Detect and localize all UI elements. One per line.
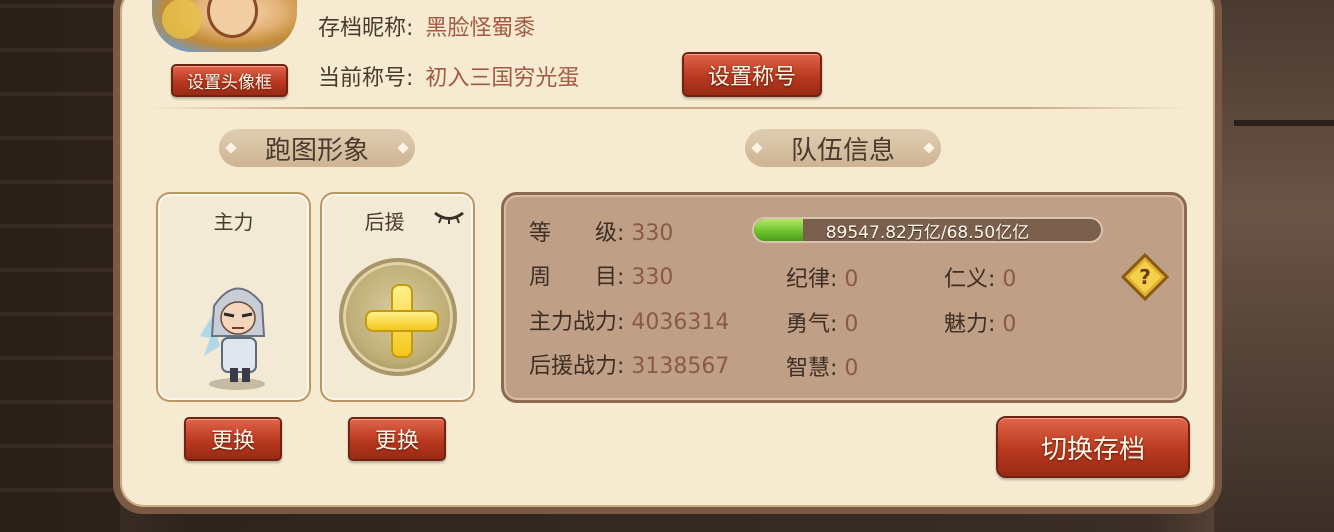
change-main-button[interactable]: 更换 — [184, 417, 282, 461]
support-character-card[interactable]: 后援 — [320, 192, 475, 402]
appearance-section-title: 跑图形象 — [219, 129, 415, 167]
svg-text:?: ? — [1139, 265, 1151, 289]
question-mark-diamond-icon[interactable]: ? — [1121, 253, 1169, 301]
level-stat: 等 级: 330 — [529, 215, 673, 247]
support-power-label: 后援战力: — [529, 354, 625, 379]
main-character-card[interactable]: 主力 — [156, 192, 311, 402]
plus-icon-bar — [365, 310, 439, 332]
main-power-stat: 主力战力: 4036314 — [529, 304, 729, 336]
support-power-stat: 后援战力: 3138567 — [529, 348, 729, 380]
team-info-box: 等 级: 330 89547.82万亿/68.50亿亿 周 目: 330 纪律:… — [501, 192, 1187, 403]
charm-stat: 魅力: 0 — [944, 306, 1016, 338]
wisdom-stat: 智慧: 0 — [786, 350, 858, 382]
closed-eye-icon[interactable] — [433, 210, 465, 224]
courage-stat: 勇气: 0 — [786, 306, 858, 338]
section-divider — [148, 107, 1188, 109]
appearance-title-text: 跑图形象 — [264, 135, 369, 166]
cycle-label: 周 目: — [529, 265, 625, 290]
discipline-stat: 纪律: 0 — [786, 261, 858, 293]
wisdom-label: 智慧: — [786, 356, 838, 381]
courage-label: 勇气: — [786, 312, 838, 337]
wisdom-value: 0 — [844, 356, 859, 381]
exp-progress-bar: 89547.82万亿/68.50亿亿 — [752, 217, 1103, 243]
main-power-label: 主力战力: — [529, 310, 625, 335]
benevolence-stat: 仁义: 0 — [944, 261, 1016, 293]
nickname-label: 存档昵称: — [318, 16, 414, 41]
discipline-value: 0 — [844, 267, 859, 292]
background-wall-right — [1214, 0, 1334, 532]
switch-save-button[interactable]: 切换存档 — [996, 416, 1190, 478]
cycle-stat: 周 目: 330 — [529, 259, 673, 291]
level-label: 等 级: — [529, 221, 625, 246]
title-value: 初入三国穷光蛋 — [425, 66, 580, 91]
hero-sprite-icon — [200, 287, 266, 390]
add-support-button[interactable] — [339, 258, 457, 376]
change-support-button[interactable]: 更换 — [348, 417, 446, 461]
nickname-row: 存档昵称: 黑脸怪蜀黍 — [318, 10, 535, 42]
title-label: 当前称号: — [318, 66, 414, 91]
avatar-image[interactable] — [152, 0, 297, 52]
charm-value: 0 — [1002, 312, 1017, 337]
level-value: 330 — [631, 221, 674, 246]
support-power-value: 3138567 — [631, 354, 730, 379]
exp-progress-text: 89547.82万亿/68.50亿亿 — [825, 222, 1030, 243]
nickname-value: 黑脸怪蜀黍 — [425, 16, 536, 41]
main-card-label: 主力 — [213, 210, 254, 234]
discipline-label: 纪律: — [786, 267, 838, 292]
team-info-title-text: 队伍信息 — [790, 135, 895, 166]
courage-value: 0 — [844, 312, 859, 337]
background-wall-left — [0, 0, 120, 532]
benevolence-label: 仁义: — [944, 267, 996, 292]
charm-label: 魅力: — [944, 312, 996, 337]
benevolence-value: 0 — [1002, 267, 1017, 292]
main-power-value: 4036314 — [631, 310, 730, 335]
cycle-value: 330 — [631, 265, 674, 290]
title-row: 当前称号: 初入三国穷光蛋 — [318, 60, 579, 92]
team-info-section-title: 队伍信息 — [745, 129, 941, 167]
set-title-button[interactable]: 设置称号 — [682, 52, 822, 97]
set-avatar-frame-button[interactable]: 设置头像框 — [171, 64, 288, 97]
